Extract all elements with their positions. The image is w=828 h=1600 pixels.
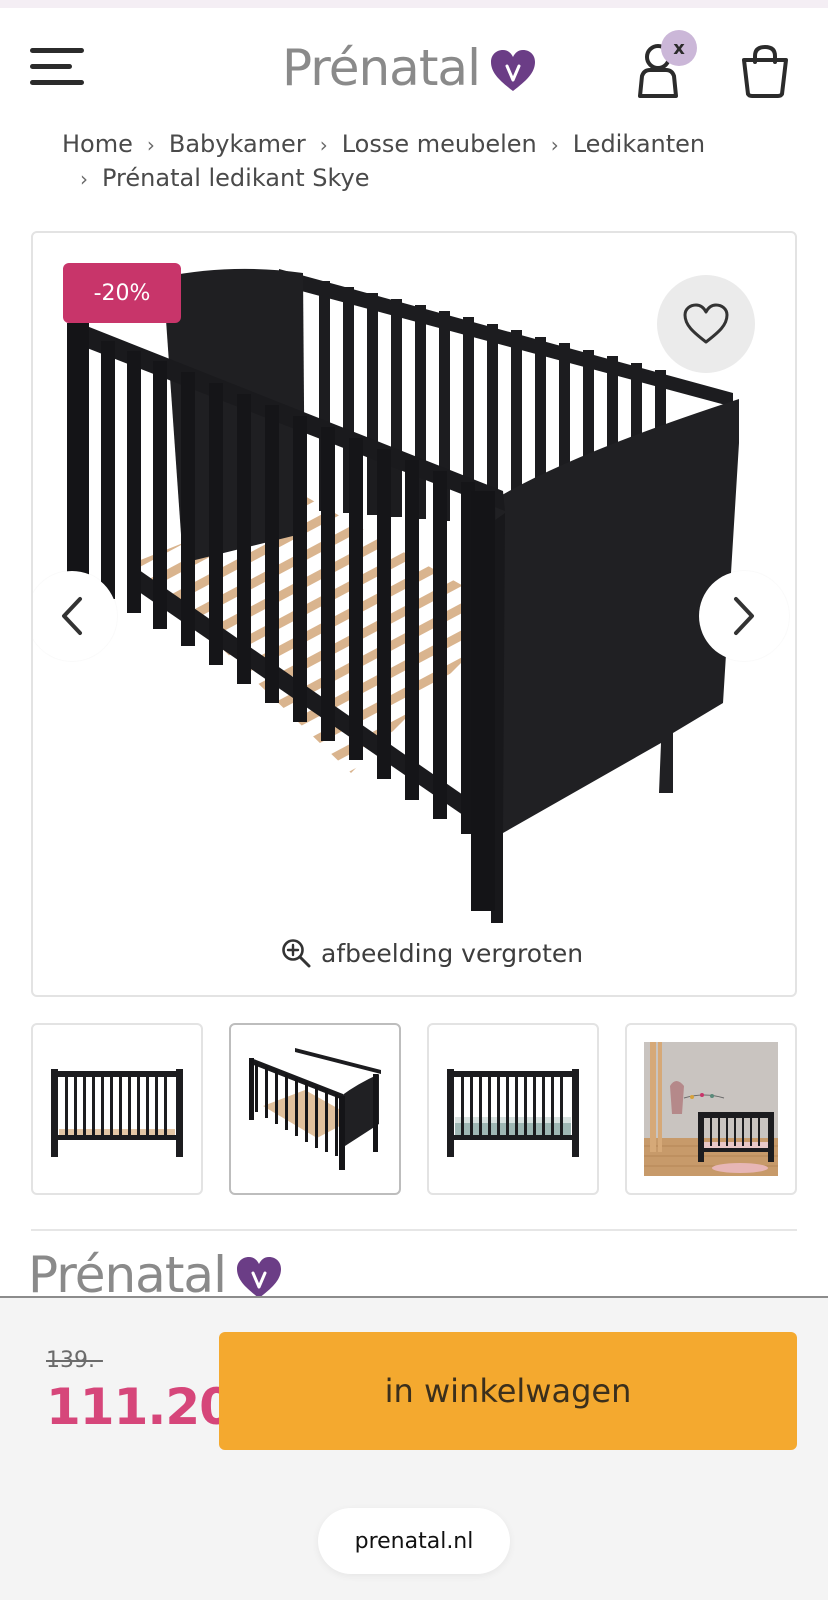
thumbnail-image-crib-front <box>51 1069 183 1157</box>
breadcrumb-current: Prénatal ledikant Skye <box>102 164 370 192</box>
thumbnail-4[interactable] <box>625 1023 797 1195</box>
chevron-left-icon <box>62 597 82 635</box>
logo-text: Prénatal <box>282 39 481 97</box>
breadcrumb-losse-meubelen[interactable]: Losse meubelen <box>342 130 537 158</box>
favorite-button[interactable] <box>657 275 755 373</box>
brand-logo-text: Prénatal <box>28 1250 227 1300</box>
thumbnail-strip <box>31 1023 797 1195</box>
sale-price: 111.20 <box>46 1378 234 1436</box>
heart-logo-icon <box>236 1257 281 1298</box>
product-image-panel[interactable]: -20% afbeelding vergroten <box>31 231 797 997</box>
zoom-image-link[interactable]: afbeelding vergroten <box>281 935 583 971</box>
breadcrumb-babykamer[interactable]: Babykamer <box>169 130 306 158</box>
breadcrumb-home[interactable]: Home <box>62 130 133 158</box>
thumbnail-3[interactable] <box>427 1023 599 1195</box>
previous-image-button[interactable] <box>33 571 117 661</box>
brand-section-logo: Prénatal <box>28 1250 282 1300</box>
browser-url-bar[interactable]: prenatal.nl <box>318 1508 510 1574</box>
zoom-in-icon <box>282 939 311 968</box>
next-image-button[interactable] <box>699 571 789 661</box>
status-strip <box>0 0 828 8</box>
breadcrumb: Home › Babykamer › Losse meubelen › Ledikanten… <box>62 128 782 196</box>
thumbnail-image-crib-bedding <box>447 1069 579 1157</box>
heart-logo-icon <box>490 50 535 91</box>
thumbnail-image-crib-angle <box>249 1048 381 1170</box>
breadcrumb-separator: › <box>319 133 328 157</box>
add-to-cart-button[interactable]: in winkelwagen <box>219 1332 797 1450</box>
chevron-right-icon <box>734 597 754 635</box>
thumbnail-1[interactable] <box>31 1023 203 1195</box>
thumbnail-image-room <box>644 1042 778 1176</box>
breadcrumb-ledikanten[interactable]: Ledikanten <box>573 130 705 158</box>
section-divider <box>31 1229 797 1231</box>
heart-outline-icon <box>683 303 729 344</box>
thumbnail-2[interactable] <box>229 1023 401 1195</box>
breadcrumb-separator: › <box>550 133 559 157</box>
site-header: Prénatal x <box>0 8 828 120</box>
shopping-bag-icon[interactable] <box>740 44 790 98</box>
zoom-label: afbeelding vergroten <box>321 938 584 968</box>
breadcrumb-separator: › <box>146 133 155 157</box>
account-badge[interactable]: x <box>661 30 697 66</box>
sticky-buy-bar: 139.- 111.20 in winkelwagen prenatal.nl <box>0 1296 828 1600</box>
menu-icon[interactable] <box>30 46 86 90</box>
breadcrumb-separator: › <box>80 167 88 191</box>
old-price: 139.- <box>46 1348 103 1373</box>
site-logo[interactable]: Prénatal <box>282 36 536 100</box>
discount-badge: -20% <box>63 263 181 323</box>
